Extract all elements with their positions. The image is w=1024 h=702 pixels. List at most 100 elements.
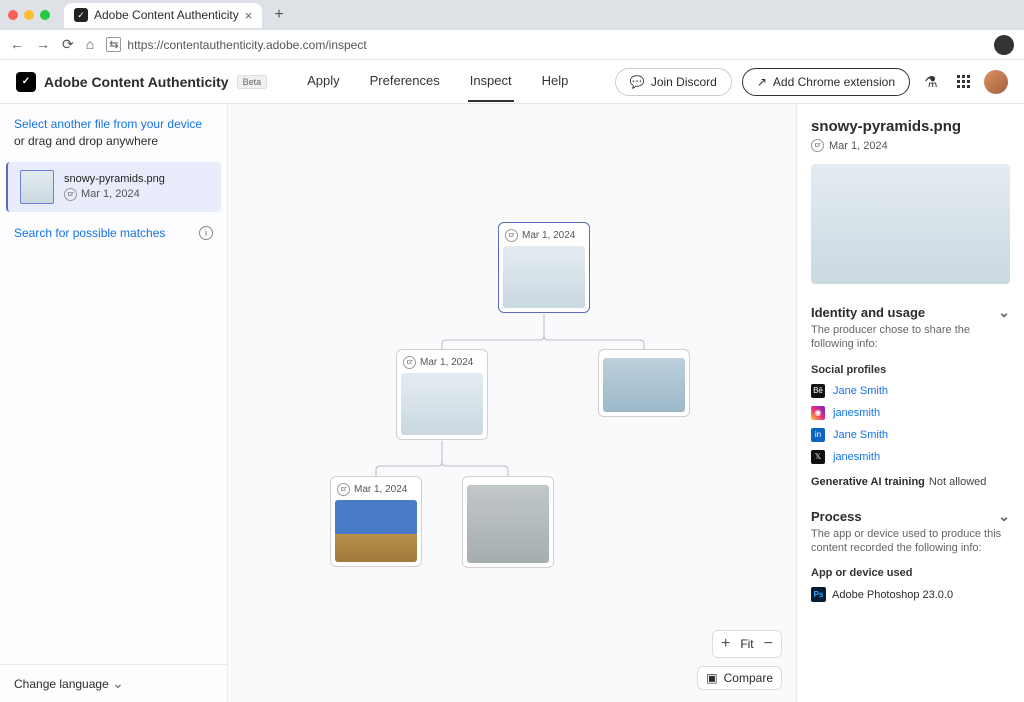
user-avatar[interactable] [984, 70, 1008, 94]
tree-node[interactable] [598, 349, 690, 417]
behance-icon: Bē [811, 384, 825, 398]
app-grid-icon[interactable] [952, 71, 974, 93]
process-section: Process ⌄ The app or device used to prod… [811, 508, 1010, 603]
nav-apply[interactable]: Apply [305, 61, 342, 102]
back-button[interactable]: ← [10, 36, 24, 53]
tree-node[interactable]: cr Mar 1, 2024 [330, 476, 422, 567]
canvas-controls: + Fit − ▣ Compare [697, 630, 782, 690]
external-link-icon: ↗ [757, 75, 767, 89]
process-sub: The app or device used to produce this c… [811, 527, 1010, 556]
sidebar-left: Select another file from your device or … [0, 104, 228, 702]
node-date: Mar 1, 2024 [522, 230, 575, 241]
file-thumbnail [20, 170, 54, 204]
add-extension-button[interactable]: ↗ Add Chrome extension [742, 68, 910, 96]
fit-button[interactable]: Fit [740, 637, 753, 651]
gen-ai-row: Generative AI trainingNot allowed [811, 476, 1010, 488]
favicon-icon: ✓ [74, 8, 88, 22]
url-text: https://contentauthenticity.adobe.com/in… [127, 38, 366, 52]
app-name: Adobe Photoshop 23.0.0 [832, 589, 953, 601]
file-list-item[interactable]: snowy-pyramids.png cr Mar 1, 2024 [6, 162, 221, 212]
main-content: Select another file from your device or … [0, 104, 1024, 702]
new-tab-button[interactable]: + [268, 6, 289, 24]
close-tab-icon[interactable]: × [245, 8, 253, 23]
brand-logo-icon: ✓ [16, 72, 36, 92]
tree-node[interactable] [462, 476, 554, 568]
brand[interactable]: ✓ Adobe Content Authenticity Beta [16, 72, 267, 92]
social-behance: Bē Jane Smith [811, 384, 1010, 398]
node-thumbnail [335, 500, 417, 562]
process-header[interactable]: Process ⌄ [811, 508, 1010, 525]
identity-section: Identity and usage ⌄ The producer chose … [811, 304, 1010, 488]
upload-hint: Select another file from your device or … [0, 104, 227, 158]
social-link[interactable]: Jane Smith [833, 429, 888, 441]
identity-header[interactable]: Identity and usage ⌄ [811, 304, 1010, 321]
zoom-controls: + Fit − [712, 630, 782, 658]
tab-bar: ✓ Adobe Content Authenticity × + [0, 0, 1024, 30]
compare-icon: ▣ [706, 671, 717, 685]
node-thumbnail [401, 373, 483, 435]
forward-button[interactable]: → [36, 36, 50, 53]
node-thumbnail [603, 358, 685, 412]
beta-badge: Beta [237, 75, 268, 89]
join-discord-button[interactable]: 💬 Join Discord [615, 68, 732, 96]
panel-date: Mar 1, 2024 [829, 140, 888, 152]
main-nav: Apply Preferences Inspect Help [305, 61, 570, 102]
site-info-icon[interactable]: ⇆ [106, 37, 121, 52]
nav-help[interactable]: Help [540, 61, 571, 102]
app-header: ✓ Adobe Content Authenticity Beta Apply … [0, 60, 1024, 104]
nav-inspect[interactable]: Inspect [468, 61, 514, 102]
tree-node[interactable]: cr Mar 1, 2024 [396, 349, 488, 440]
search-matches-link[interactable]: Search for possible matches [14, 226, 165, 240]
nav-preferences[interactable]: Preferences [368, 61, 442, 102]
close-window-button[interactable] [8, 10, 18, 20]
panel-hero-image [811, 164, 1010, 284]
search-matches-row: Search for possible matches i [0, 216, 227, 250]
browser-tab[interactable]: ✓ Adobe Content Authenticity × [64, 3, 262, 28]
instagram-icon: ◉ [811, 406, 825, 420]
tree-node-root[interactable]: cr Mar 1, 2024 [498, 222, 590, 313]
home-button[interactable]: ⌂ [86, 36, 94, 53]
chevron-down-icon: ⌄ [998, 508, 1010, 525]
photoshop-icon: Ps [811, 587, 826, 602]
brand-title: Adobe Content Authenticity [44, 74, 229, 90]
change-language[interactable]: Change language ⌄ [0, 664, 227, 702]
node-date: Mar 1, 2024 [420, 357, 473, 368]
compare-button[interactable]: ▣ Compare [697, 666, 782, 690]
identity-sub: The producer chose to share the followin… [811, 323, 1010, 352]
social-instagram: ◉ janesmith [811, 406, 1010, 420]
browser-profile-avatar[interactable] [994, 35, 1014, 55]
social-x: 𝕏 janesmith [811, 450, 1010, 464]
reload-button[interactable]: ⟳ [62, 36, 74, 53]
upload-hint-rest: or drag and drop anywhere [14, 134, 158, 148]
file-name: snowy-pyramids.png [64, 173, 165, 185]
select-file-link[interactable]: Select another file from your device [14, 117, 202, 131]
details-panel: snowy-pyramids.png cr Mar 1, 2024 Identi… [796, 104, 1024, 702]
panel-title: snowy-pyramids.png [811, 118, 1010, 135]
credentials-badge-icon: cr [811, 139, 824, 152]
social-profiles-label: Social profiles [811, 364, 1010, 376]
chevron-down-icon: ⌄ [998, 304, 1010, 321]
tree-connectors [228, 104, 796, 702]
info-icon[interactable]: i [199, 226, 213, 240]
social-linkedin: in Jane Smith [811, 428, 1010, 442]
file-date: Mar 1, 2024 [81, 188, 140, 200]
x-icon: 𝕏 [811, 450, 825, 464]
maximize-window-button[interactable] [40, 10, 50, 20]
social-link[interactable]: Jane Smith [833, 385, 888, 397]
tab-title: Adobe Content Authenticity [94, 8, 239, 22]
zoom-out-button[interactable]: − [764, 635, 773, 653]
credentials-badge-icon: cr [337, 483, 350, 496]
app-used-label: App or device used [811, 567, 1010, 579]
node-thumbnail [467, 485, 549, 563]
url-field[interactable]: ⇆ https://contentauthenticity.adobe.com/… [106, 37, 982, 52]
social-link[interactable]: janesmith [833, 407, 880, 419]
flask-icon[interactable]: ⚗ [920, 71, 942, 93]
provenance-canvas[interactable]: cr Mar 1, 2024 cr Mar 1, 2024 cr Mar 1, … [228, 104, 796, 702]
window-controls [8, 10, 50, 20]
browser-chrome: ✓ Adobe Content Authenticity × + ← → ⟳ ⌂… [0, 0, 1024, 60]
minimize-window-button[interactable] [24, 10, 34, 20]
zoom-in-button[interactable]: + [721, 635, 730, 653]
social-link[interactable]: janesmith [833, 451, 880, 463]
credentials-badge-icon: cr [505, 229, 518, 242]
credentials-badge-icon: cr [64, 188, 77, 201]
